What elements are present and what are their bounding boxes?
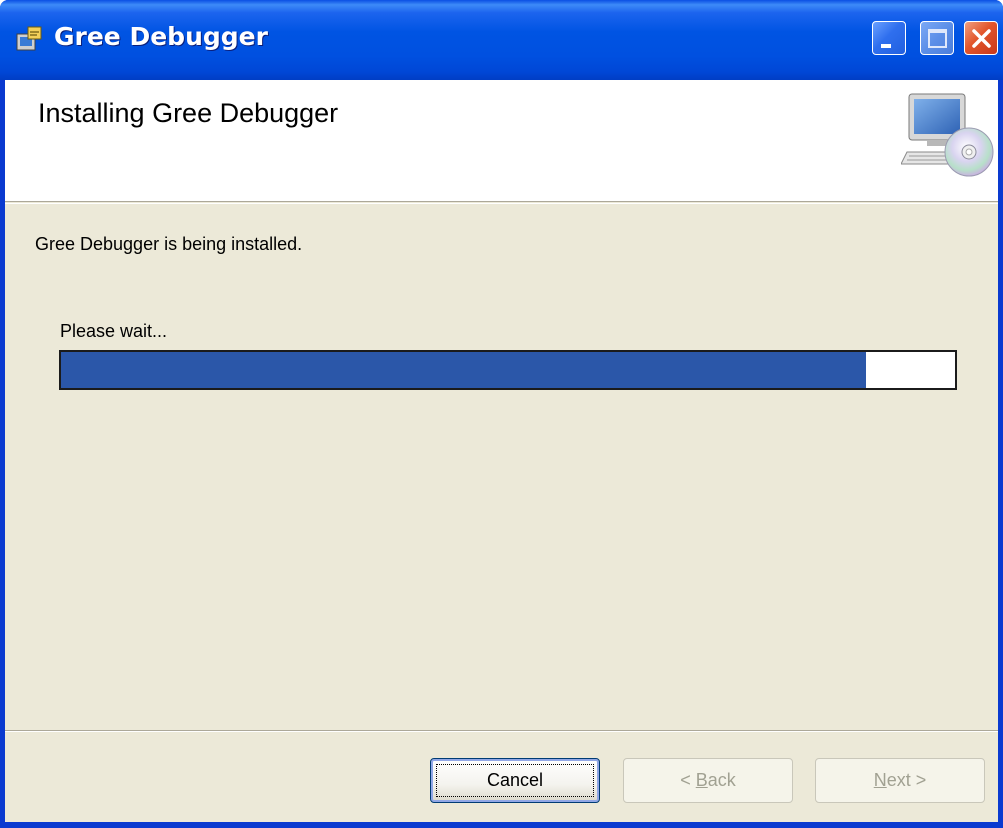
back-button[interactable]: < Back [623,758,793,803]
install-status-text: Gree Debugger is being installed. [35,234,303,254]
progress-bar [59,350,957,390]
banner-divider [5,203,998,204]
close-icon [972,29,991,48]
header-banner: Installing Gree Debugger [5,80,998,202]
window-title: Gree Debugger [54,22,268,51]
minimize-button[interactable] [872,21,906,55]
banner-heading: Installing Gree Debugger [38,98,339,128]
title-bar[interactable]: Gree Debugger [0,0,1003,80]
back-button-label: < Back [680,770,736,790]
maximize-icon [928,29,947,48]
installer-window: Gree Debugger Installing Gree Debugger G… [0,0,1003,828]
cancel-button[interactable]: Cancel [430,758,600,803]
maximize-button[interactable] [920,21,954,55]
computer-cd-icon [900,90,997,180]
close-button[interactable] [964,21,998,55]
next-button-label: Next > [873,770,927,790]
progress-bar-fill [61,352,866,388]
focus-rectangle [436,764,594,797]
installer-icon [14,24,44,54]
next-button[interactable]: Next > [815,758,985,803]
dialog-body: Installing Gree Debugger Gree Debugger i… [5,80,998,822]
minimize-icon [881,44,891,48]
footer-divider-highlight [5,731,998,732]
progress-label: Please wait... [60,321,168,341]
